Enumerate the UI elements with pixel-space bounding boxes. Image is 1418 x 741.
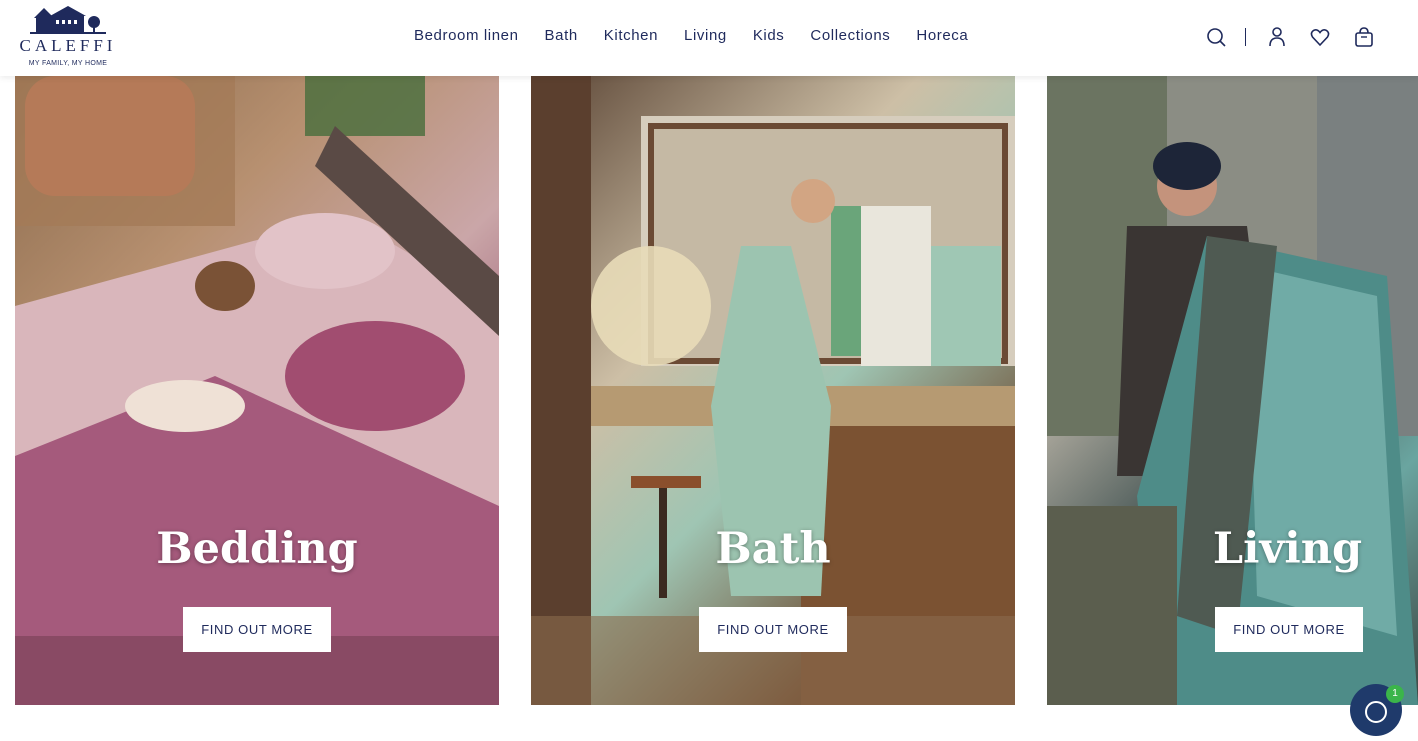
bedding-find-out-more-button[interactable]: FIND OUT MORE [183,607,331,652]
living-title: Living [1212,524,1363,574]
chat-notification-badge: 1 [1386,685,1404,703]
main-nav: Bedroom linen Bath Kitchen Living Kids C… [414,27,994,44]
living-find-out-more-button[interactable]: FIND OUT MORE [1215,607,1363,652]
header-divider [1245,28,1246,46]
bath-find-out-more-button[interactable]: FIND OUT MORE [699,607,847,652]
bedding-panel[interactable]: Bedding FIND OUT MORE [15,76,499,705]
nav-kids[interactable]: Kids [753,27,785,44]
nav-collections[interactable]: Collections [810,27,890,44]
header-icons [1206,26,1376,48]
nav-bedroom-linen[interactable]: Bedroom linen [414,27,519,44]
bath-title: Bath [715,524,831,574]
shopping-bag-icon[interactable] [1354,26,1374,48]
brand-name: CALEFFI [19,36,117,55]
search-icon[interactable] [1206,26,1226,48]
living-panel[interactable]: Living FIND OUT MORE [1047,76,1418,705]
bedding-title: Bedding [156,524,358,574]
house-logo-icon [30,6,106,34]
site-header: CALEFFI MY FAMILY, MY HOME Bedroom linen… [0,0,1418,76]
nav-living[interactable]: Living [684,27,727,44]
nav-horeca[interactable]: Horeca [916,27,968,44]
wishlist-heart-icon[interactable] [1310,26,1330,48]
bath-panel[interactable]: Bath FIND OUT MORE [531,76,1015,705]
nav-bath[interactable]: Bath [545,27,578,44]
brand-tagline: MY FAMILY, MY HOME [28,60,108,67]
nav-kitchen[interactable]: Kitchen [604,27,658,44]
account-icon[interactable] [1267,26,1287,48]
caleffi-logo[interactable]: CALEFFI MY FAMILY, MY HOME [14,4,124,70]
